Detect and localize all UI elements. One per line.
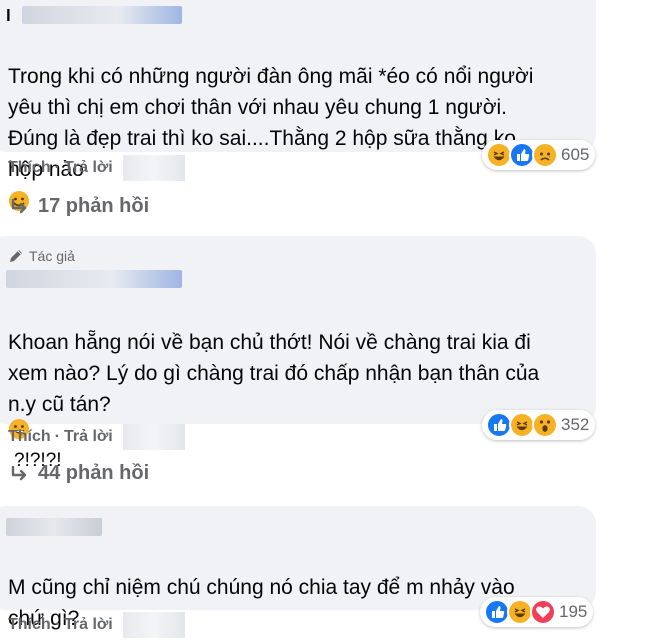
reaction-summary-2[interactable]: 352 [482,410,596,440]
view-replies-1[interactable]: 17 phản hồi [10,195,149,218]
commenter-name-redacted[interactable] [22,6,182,24]
reaction-summary-3[interactable]: 195 [480,597,594,627]
comment-actions-3: Thích · Trả lời [8,612,185,638]
view-replies-2[interactable]: 44 phản hồi [10,462,149,485]
reaction-count-3: 195 [559,602,588,621]
commenter-name-initial[interactable]: l [6,6,11,26]
comment-actions-1: Thích · Trả lời [8,155,185,181]
reply-arrow-icon [11,198,27,213]
pencil-icon [10,250,22,262]
like-link[interactable]: Thích [8,616,51,634]
reaction-count-2: 352 [561,415,590,434]
comment-text-2: Khoan hẵng nói về bạn chủ thớt! Nói về c… [8,331,540,416]
reply-arrow-icon [11,465,27,480]
reaction-summary-1[interactable]: 605 [482,140,596,170]
reaction-count-1: 605 [561,145,590,164]
timestamp-redacted[interactable] [122,155,185,181]
timestamp-redacted[interactable] [122,424,185,450]
reply-link[interactable]: Trả lời [64,616,113,634]
love-reaction-icon [530,599,556,625]
like-link[interactable]: Thích [8,159,51,177]
comment-actions-2: Thích · Trả lời [8,424,185,450]
reply-link[interactable]: Trả lời [64,428,113,446]
commenter-name-redacted[interactable] [6,518,102,536]
like-link[interactable]: Thích [8,428,51,446]
comment-text-1: Trong khi có những người đàn ông mãi *éo… [8,30,588,216]
reply-link[interactable]: Trả lời [64,159,113,177]
commenter-name-redacted[interactable] [6,270,182,288]
sad-reaction-icon [532,142,558,168]
author-badge: Tác giả [8,248,75,264]
timestamp-redacted[interactable] [122,612,185,638]
wow-reaction-icon [532,412,558,438]
